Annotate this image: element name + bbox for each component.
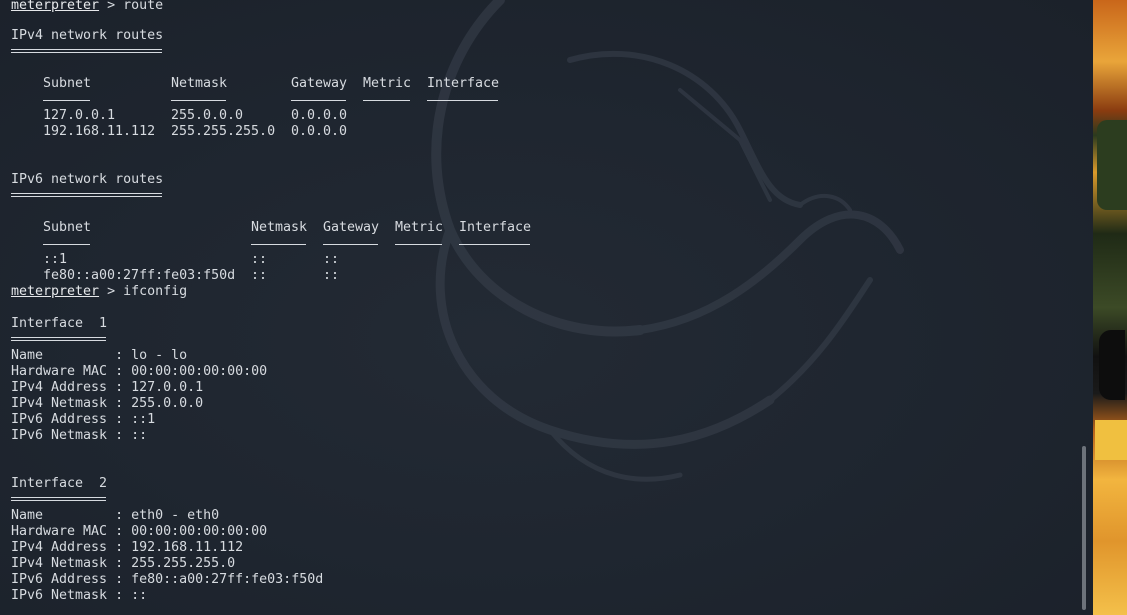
interface-2-underline — [11, 497, 106, 501]
ipv4-route-gateway: 0.0.0.0 — [291, 124, 348, 139]
ipv4-header-underline — [171, 100, 226, 101]
ipv6-header-interface: Interface — [459, 220, 532, 235]
ipv4-header-gateway: Gateway — [291, 76, 348, 91]
ifconfig-command: > ifconfig — [99, 284, 188, 299]
ipv4-title-underline — [11, 49, 162, 53]
route-command: > route — [99, 0, 164, 13]
ipv6-route-gateway: :: — [323, 252, 340, 267]
interface-2-ipv6-address: IPv6 Address : fe80::a00:27ff:fe03:f50d — [11, 572, 324, 587]
interface-1-mac: Hardware MAC : 00:00:00:00:00:00 — [11, 364, 268, 379]
ipv6-route-subnet: ::1 — [43, 252, 68, 267]
ipv6-header-underline — [43, 244, 90, 245]
interface-2-ipv6-netmask: IPv6 Netmask : :: — [11, 588, 148, 603]
interface-1-ipv4-netmask: IPv4 Netmask : 255.0.0.0 — [11, 396, 204, 411]
ipv6-header-netmask: Netmask — [251, 220, 308, 235]
wallpaper-figure — [1095, 420, 1127, 460]
ipv6-header-underline — [251, 244, 306, 245]
interface-2-mac: Hardware MAC : 00:00:00:00:00:00 — [11, 524, 268, 539]
ipv6-route-gateway: :: — [323, 268, 340, 283]
interface-1-title: Interface 1 — [11, 316, 108, 331]
ipv6-route-netmask: :: — [251, 252, 268, 267]
interface-2-ipv4-address: IPv4 Address : 192.168.11.112 — [11, 540, 244, 555]
interface-2-name: Name : eth0 - eth0 — [11, 508, 220, 523]
ipv6-route-netmask: :: — [251, 268, 268, 283]
ipv6-routes-title: IPv6 network routes — [11, 172, 164, 187]
interface-1-ipv6-netmask: IPv6 Netmask : :: — [11, 428, 148, 443]
interface-1-name: Name : lo - lo — [11, 348, 188, 363]
ipv4-header-interface: Interface — [427, 76, 500, 91]
interface-2-title: Interface 2 — [11, 476, 108, 491]
terminal-window[interactable]: meterpreter > route IPv4 network routes … — [0, 0, 1093, 615]
ipv4-route-netmask: 255.0.0.0 — [171, 108, 244, 123]
ipv4-header-subnet: Subnet — [43, 76, 92, 91]
ipv4-header-underline — [427, 100, 498, 101]
ipv4-route-subnet: 127.0.0.1 — [43, 108, 116, 123]
ipv4-header-underline — [291, 100, 346, 101]
ipv4-header-underline — [363, 100, 410, 101]
ipv4-header-metric: Metric — [363, 76, 412, 91]
ipv6-header-gateway: Gateway — [323, 220, 380, 235]
interface-1-ipv6-address: IPv6 Address : ::1 — [11, 412, 156, 427]
terminal-scrollbar[interactable] — [1080, 0, 1090, 615]
wallpaper-figure — [1099, 330, 1125, 400]
ipv4-route-gateway: 0.0.0.0 — [291, 108, 348, 123]
kali-dragon-watermark — [431, 0, 904, 482]
ipv6-header-metric: Metric — [395, 220, 444, 235]
wallpaper-figure — [1097, 120, 1127, 210]
route-command-line: meterpreter > route — [11, 0, 163, 14]
scrollbar-thumb[interactable] — [1082, 446, 1086, 610]
ipv4-routes-title: IPv4 network routes — [11, 28, 164, 43]
ipv6-header-subnet: Subnet — [43, 220, 92, 235]
interface-1-ipv4-address: IPv4 Address : 127.0.0.1 — [11, 380, 204, 395]
ipv4-route-subnet: 192.168.11.112 — [43, 124, 156, 139]
ipv6-header-underline — [323, 244, 378, 245]
ipv6-header-underline — [459, 244, 530, 245]
ipv6-route-subnet: fe80::a00:27ff:fe03:f50d — [43, 268, 236, 283]
desktop-wallpaper — [1093, 0, 1127, 615]
ipv4-header-netmask: Netmask — [171, 76, 228, 91]
ipv4-header-underline — [43, 100, 90, 101]
ipv6-title-underline — [11, 193, 162, 197]
ifconfig-command-line: meterpreter > ifconfig — [11, 284, 187, 300]
ipv4-route-netmask: 255.255.255.0 — [171, 124, 276, 139]
meterpreter-prompt: meterpreter — [11, 284, 100, 299]
meterpreter-prompt: meterpreter — [11, 0, 100, 13]
ipv6-header-underline — [395, 244, 442, 245]
interface-1-underline — [11, 337, 106, 341]
interface-2-ipv4-netmask: IPv4 Netmask : 255.255.255.0 — [11, 556, 236, 571]
